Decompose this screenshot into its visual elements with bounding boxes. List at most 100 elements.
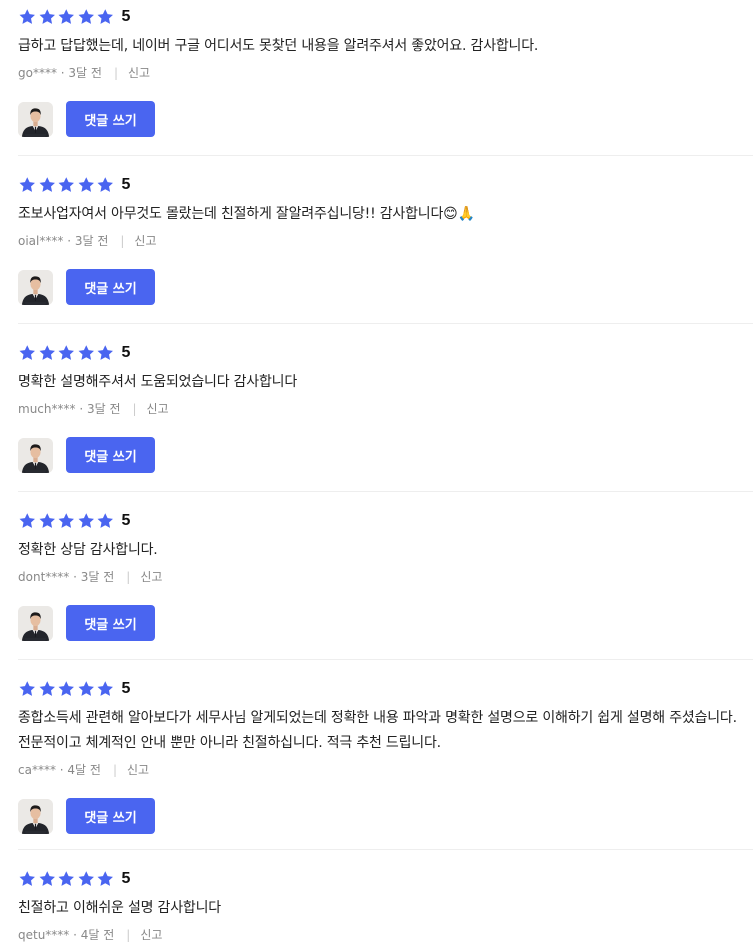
- reply-button[interactable]: 댓글 쓰기: [66, 798, 155, 834]
- star-rating: [18, 176, 115, 194]
- star-icon: [57, 512, 76, 530]
- rating-row: 5: [18, 342, 753, 364]
- star-icon: [96, 870, 115, 888]
- review-item: 5 정확한 상담 감사합니다. dont**** · 3달 전 | 신고 댓글 …: [18, 510, 753, 641]
- review-meta: ca**** · 4달 전 | 신고: [18, 759, 753, 781]
- report-link[interactable]: 신고: [147, 398, 169, 420]
- reply-button[interactable]: 댓글 쓰기: [66, 101, 155, 137]
- star-icon: [57, 870, 76, 888]
- review-item: 5 친절하고 이해쉬운 설명 감사합니다 qetu**** · 4달 전 | 신…: [18, 868, 753, 946]
- star-icon: [18, 8, 37, 26]
- star-icon: [77, 512, 96, 530]
- rating-row: 5: [18, 868, 753, 890]
- star-icon: [38, 176, 57, 194]
- review-actions: 댓글 쓰기: [18, 269, 753, 305]
- author-id: go****: [18, 66, 57, 80]
- star-icon: [77, 8, 96, 26]
- star-icon: [18, 870, 37, 888]
- star-icon: [38, 8, 57, 26]
- star-icon: [57, 8, 76, 26]
- avatar: [18, 269, 53, 305]
- star-icon: [77, 176, 96, 194]
- rating-score: 5: [121, 512, 131, 529]
- meta-dot: ·: [56, 66, 69, 80]
- review-text: 종합소득세 관련해 알아보다가 세무사님 알게되었는데 정확한 내용 파악과 명…: [18, 710, 737, 751]
- review-text: 명확한 설명해주셔서 도움되었습니다 감사합니다: [18, 374, 298, 390]
- reply-button[interactable]: 댓글 쓰기: [66, 437, 155, 473]
- star-icon: [96, 176, 115, 194]
- divider: [18, 155, 753, 156]
- avatar: [18, 798, 53, 834]
- meta-divider: |: [120, 234, 125, 248]
- divider: [18, 491, 753, 492]
- author-id: oial****: [18, 234, 64, 248]
- review-time: 3달 전: [80, 570, 115, 584]
- review-time: 3달 전: [86, 402, 121, 416]
- meta-divider: |: [113, 66, 118, 80]
- star-icon: [96, 344, 115, 362]
- rating-score: 5: [121, 870, 131, 887]
- star-icon: [96, 680, 115, 698]
- meta-dot: ·: [75, 402, 87, 416]
- star-icon: [18, 512, 37, 530]
- star-icon: [57, 344, 76, 362]
- star-icon: [77, 680, 96, 698]
- star-icon: [18, 176, 37, 194]
- rating-score: 5: [121, 176, 131, 193]
- review-time: 3달 전: [68, 66, 102, 80]
- review-item: 5 명확한 설명해주셔서 도움되었습니다 감사합니다 much**** · 3달…: [18, 342, 753, 473]
- divider: [18, 849, 753, 850]
- review-meta: much**** · 3달 전 | 신고: [18, 398, 753, 420]
- review-time: 3달 전: [74, 234, 109, 248]
- star-icon: [38, 512, 57, 530]
- avatar: [18, 101, 53, 137]
- rating-score: 5: [121, 680, 131, 697]
- star-icon: [77, 870, 96, 888]
- meta-divider: |: [112, 763, 117, 777]
- author-id: ca****: [18, 763, 56, 777]
- review-item: 5 종합소득세 관련해 알아보다가 세무사님 알게되었는데 정확한 내용 파악과…: [18, 678, 753, 834]
- rating-row: 5: [18, 510, 753, 532]
- review-meta: qetu**** · 4달 전 | 신고: [18, 924, 753, 946]
- meta-dot: ·: [69, 928, 81, 942]
- star-icon: [18, 680, 37, 698]
- report-link[interactable]: 신고: [128, 62, 150, 84]
- review-actions: 댓글 쓰기: [18, 437, 753, 473]
- review-text: 정확한 상담 감사합니다.: [18, 542, 158, 558]
- report-link[interactable]: 신고: [134, 230, 156, 252]
- star-icon: [57, 176, 76, 194]
- star-rating: [18, 344, 115, 362]
- report-link[interactable]: 신고: [140, 566, 162, 588]
- reply-button[interactable]: 댓글 쓰기: [66, 269, 155, 305]
- star-rating: [18, 8, 115, 26]
- review-text: 급하고 답답했는데, 네이버 구글 어디서도 못찾던 내용을 알려주셔서 좋았어…: [18, 38, 539, 54]
- author-id: dont****: [18, 570, 70, 584]
- star-icon: [18, 344, 37, 362]
- report-link[interactable]: 신고: [140, 924, 162, 946]
- review-actions: 댓글 쓰기: [18, 101, 753, 137]
- report-link[interactable]: 신고: [127, 759, 149, 781]
- review-text: 조보사업자여서 아무것도 몰랐는데 친절하게 잘알려주십니당!! 감사합니다😊🙏: [18, 206, 475, 222]
- rating-score: 5: [121, 8, 131, 25]
- review-actions: 댓글 쓰기: [18, 798, 753, 834]
- meta-dot: ·: [55, 763, 68, 777]
- star-icon: [96, 8, 115, 26]
- star-rating: [18, 870, 115, 888]
- review-time: 4달 전: [80, 928, 115, 942]
- author-id: much****: [18, 402, 76, 416]
- divider: [18, 659, 753, 660]
- star-icon: [38, 870, 57, 888]
- rating-score: 5: [121, 344, 131, 361]
- avatar: [18, 605, 53, 641]
- rating-row: 5: [18, 678, 753, 700]
- rating-row: 5: [18, 174, 753, 196]
- avatar: [18, 437, 53, 473]
- rating-row: 5: [18, 6, 753, 28]
- meta-divider: |: [126, 928, 131, 942]
- reply-button[interactable]: 댓글 쓰기: [66, 605, 155, 641]
- review-meta: oial**** · 3달 전 | 신고: [18, 230, 753, 252]
- star-icon: [38, 680, 57, 698]
- star-icon: [96, 512, 115, 530]
- star-icon: [38, 344, 57, 362]
- review-item: 5 급하고 답답했는데, 네이버 구글 어디서도 못찾던 내용을 알려주셔서 좋…: [18, 6, 753, 137]
